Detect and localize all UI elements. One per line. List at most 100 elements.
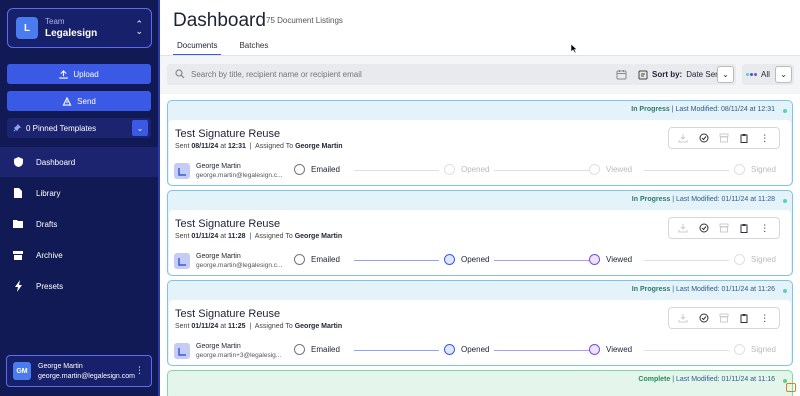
send-label: Send — [77, 96, 96, 106]
lightning-icon — [12, 280, 24, 292]
recipient-avatar — [174, 253, 190, 269]
eye-icon — [589, 164, 600, 175]
sort-label: Sort by: — [652, 70, 683, 79]
step-opened: Opened — [444, 344, 489, 355]
document-title[interactable]: Test Signature Reuse — [175, 218, 280, 230]
sent-time: 11:25 — [227, 323, 246, 330]
step-label: Signed — [751, 255, 776, 264]
recipient-email: george.martin+3@legalesig... — [196, 352, 282, 359]
chat-icon[interactable] — [786, 383, 796, 392]
download-icon[interactable] — [677, 132, 689, 144]
step-signed: Signed — [734, 344, 776, 355]
upload-button[interactable]: Upload — [7, 64, 151, 84]
calendar-icon[interactable] — [616, 69, 627, 80]
check-circle-icon[interactable] — [698, 222, 710, 234]
step-emailed: Emailed — [294, 164, 340, 175]
progress-line — [354, 260, 439, 261]
document-title[interactable]: Test Signature Reuse — [175, 308, 280, 320]
search-input[interactable] — [191, 68, 591, 81]
send-button[interactable]: Send — [7, 91, 151, 111]
filter-dropdown-button[interactable]: ⌄ — [775, 66, 792, 83]
check-circle-icon[interactable] — [698, 312, 710, 324]
last-modified: Last Modified: 01/11/24 at 11:16 — [676, 376, 775, 383]
archive-icon[interactable] — [718, 222, 730, 234]
nav-drafts[interactable]: Drafts — [0, 209, 158, 239]
step-label: Opened — [461, 165, 490, 174]
progress-line — [494, 260, 594, 261]
toolbar: Sort by: Date Sent ⌄ All ⌄ — [160, 56, 800, 94]
more-vertical-icon[interactable]: ⋮ — [759, 312, 771, 324]
team-switcher[interactable]: L Team Legalesign ⌃ ⌄ — [7, 8, 152, 48]
chevron-updown-icon: ⌃ ⌄ — [135, 19, 143, 36]
nav-label: Drafts — [36, 219, 58, 229]
user-email: george.martin@legalesign.com — [38, 373, 135, 380]
team-avatar: L — [16, 17, 38, 39]
step-viewed: Viewed — [589, 164, 632, 175]
status-badge: In Progress — [631, 286, 671, 293]
progress-line — [494, 350, 594, 351]
step-emailed: Emailed — [294, 344, 340, 355]
sent-at: at — [220, 143, 227, 150]
nav-dashboard[interactable]: Dashboard — [0, 147, 158, 177]
recipient-name: George Martin — [196, 163, 241, 170]
user-profile[interactable]: GM George Martin george.martin@legalesig… — [6, 355, 152, 387]
document-title[interactable]: Test Signature Reuse — [175, 128, 280, 140]
status-filter-select[interactable]: All ⌄ — [742, 64, 794, 85]
sent-prefix: Sent — [175, 233, 190, 240]
download-icon[interactable] — [677, 222, 689, 234]
step-emailed: Emailed — [294, 254, 340, 265]
upload-label: Upload — [73, 69, 99, 79]
nav-label: Presets — [36, 281, 64, 291]
recipient-name: George Martin — [196, 253, 241, 260]
card-status: In Progress | Last Modified: 08/11/24 at… — [631, 106, 775, 113]
clipboard-icon[interactable] — [738, 312, 750, 324]
progress-line — [644, 170, 729, 171]
last-modified: Last Modified: 01/11/24 at 11:26 — [676, 286, 775, 293]
document-card[interactable]: In Progress | Last Modified: 08/11/24 at… — [167, 100, 793, 186]
tab-batches[interactable]: Batches — [235, 41, 272, 56]
tab-documents[interactable]: Documents — [173, 41, 222, 56]
check-circle-icon[interactable] — [698, 132, 710, 144]
sent-info: Sent 01/11/24 at 11:25 | Assigned To Geo… — [175, 323, 343, 330]
sort-dropdown-button[interactable]: ⌄ — [717, 66, 734, 83]
archive-icon[interactable] — [718, 312, 730, 324]
team-name: Legalesign — [45, 28, 98, 39]
clock-icon — [294, 344, 305, 355]
progress-tracker: Emailed Opened Viewed Signed — [294, 164, 779, 178]
card-status: In Progress | Last Modified: 01/11/24 at… — [631, 286, 775, 293]
step-label: Viewed — [606, 165, 633, 174]
archive-icon[interactable] — [718, 132, 730, 144]
card-body: Test Signature Reuse Sent 08/11/24 at 12… — [169, 120, 791, 185]
pinned-templates[interactable]: 0 Pinned Templates ⌄ — [7, 118, 151, 138]
open-icon — [444, 254, 455, 265]
tab-bar: Documents Batches — [173, 41, 272, 56]
pinned-dropdown-button[interactable]: ⌄ — [132, 120, 148, 136]
more-vertical-icon[interactable]: ⋮ — [759, 222, 771, 234]
chevron-down-icon: ⌄ — [722, 70, 729, 79]
chevron-down-icon: ⌄ — [136, 123, 144, 133]
nav-archive[interactable]: Archive — [0, 240, 158, 270]
step-label: Signed — [751, 165, 776, 174]
recipient-email: george.martin@legalesign.c... — [196, 172, 283, 179]
clipboard-icon[interactable] — [738, 132, 750, 144]
nav-library[interactable]: Library — [0, 178, 158, 208]
document-card[interactable]: In Progress | Last Modified: 01/11/24 at… — [167, 190, 793, 276]
avatar: GM — [13, 362, 31, 380]
search-box[interactable] — [167, 64, 634, 85]
assigned-to: George Martin — [294, 323, 343, 330]
nav-presets[interactable]: Presets — [0, 271, 158, 301]
sent-date: 01/11/24 — [191, 233, 219, 240]
clipboard-icon[interactable] — [738, 222, 750, 234]
document-card[interactable]: In Progress | Last Modified: 01/11/24 at… — [167, 280, 793, 366]
pin-icon — [13, 124, 21, 132]
filter-value: All — [761, 70, 770, 79]
more-vertical-icon[interactable]: ⋮ — [759, 132, 771, 144]
recipient-avatar — [174, 343, 190, 359]
download-icon[interactable] — [677, 312, 689, 324]
assigned-to: George Martin — [294, 233, 343, 240]
document-card[interactable]: Complete | Last Modified: 01/11/24 at 11… — [167, 370, 793, 396]
more-vertical-icon[interactable]: ⋮ — [135, 365, 144, 376]
sort-select[interactable]: Sort by: Date Sent ⌄ — [633, 64, 736, 85]
step-label: Viewed — [606, 345, 633, 354]
sent-date: 08/11/24 — [191, 143, 219, 150]
